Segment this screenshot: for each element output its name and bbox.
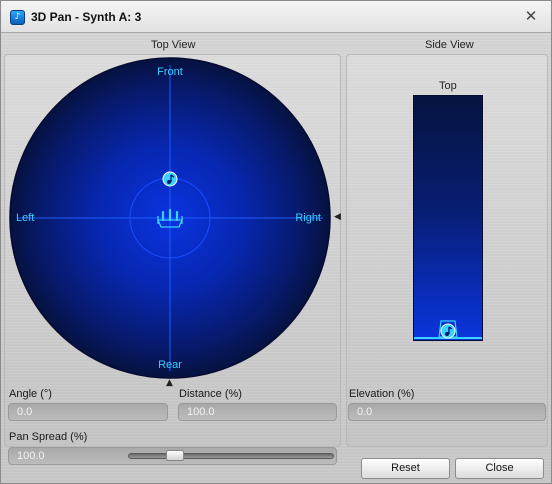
pan-dialog-window: ♪ 3D Pan - Synth A: 3 ✕ Top View Front R… <box>0 0 552 484</box>
distance-field[interactable]: 100.0 <box>178 403 337 421</box>
elevation-pad[interactable] <box>413 95 483 341</box>
top-view-pad[interactable]: Front Rear Left Right <box>9 57 331 379</box>
rear-label: Rear <box>158 359 182 371</box>
close-icon[interactable]: ✕ <box>523 8 539 24</box>
close-button[interactable]: Close <box>455 458 544 479</box>
side-top-label: Top <box>439 80 457 92</box>
pan-spread-slider-track[interactable] <box>128 453 334 459</box>
front-label: Front <box>157 66 183 78</box>
elevation-column <box>413 95 483 341</box>
elevation-source-note-icon[interactable] <box>440 323 456 339</box>
elevation-field[interactable]: 0.0 <box>348 403 546 421</box>
window-title: 3D Pan - Synth A: 3 <box>31 10 142 24</box>
pan-spread-slider-thumb[interactable] <box>166 450 184 461</box>
right-label: Right <box>295 212 321 224</box>
pan-spread-value[interactable]: 100.0 <box>17 450 45 462</box>
pan-spread-label: Pan Spread (%) <box>9 431 88 443</box>
side-view-label: Side View <box>425 39 474 51</box>
top-view-label: Top View <box>151 39 196 51</box>
title-bar[interactable]: ♪ 3D Pan - Synth A: 3 ✕ <box>1 1 551 33</box>
app-icon: ♪ <box>10 10 25 25</box>
distance-label: Distance (%) <box>179 388 242 400</box>
angle-pointer-icon: ▲ <box>166 378 173 388</box>
angle-label: Angle (°) <box>9 388 52 400</box>
left-label: Left <box>16 212 34 224</box>
angle-field[interactable]: 0.0 <box>8 403 168 421</box>
reset-button[interactable]: Reset <box>361 458 450 479</box>
elevation-pointer-icon: ◀ <box>334 212 341 222</box>
source-note-icon[interactable] <box>162 171 178 187</box>
elevation-label: Elevation (%) <box>349 388 415 400</box>
